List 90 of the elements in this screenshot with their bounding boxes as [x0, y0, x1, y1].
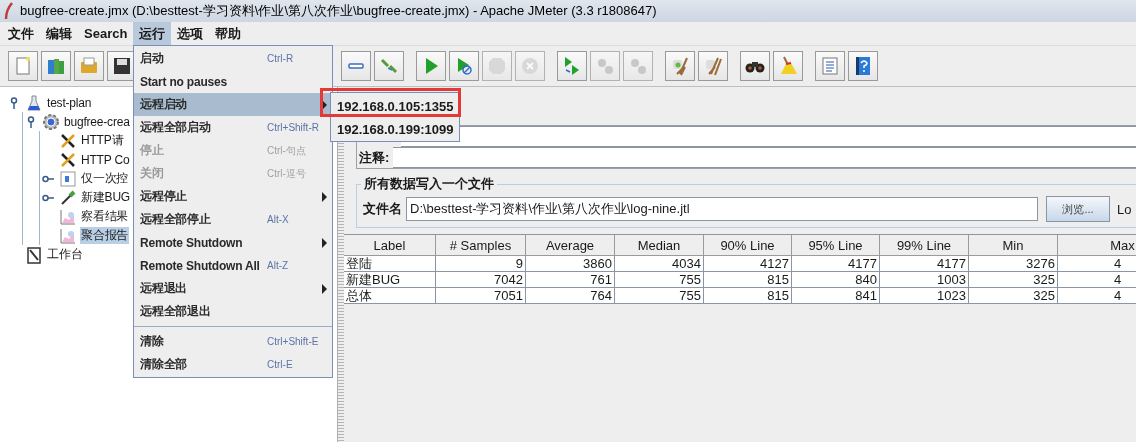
table-cell: 9 [436, 256, 526, 272]
table-cell: 4 [1058, 272, 1136, 288]
gear-icon [42, 112, 60, 131]
filename-field[interactable]: D:\besttest-学习资料\作业\第八次作业\log-nine.jtl [406, 197, 1038, 221]
table-cell: 1023 [880, 288, 969, 304]
menu-title[interactable]: 文件 [2, 22, 40, 45]
controller-icon [59, 169, 77, 188]
tree-handle-icon[interactable] [25, 115, 37, 128]
browse-button[interactable]: 浏览... [1046, 196, 1110, 222]
tree-item[interactable]: 工作台 [46, 246, 84, 263]
table-cell: 841 [792, 288, 880, 304]
menu-item[interactable]: Start no pauses [134, 70, 332, 93]
menu-title[interactable]: 帮助 [209, 22, 248, 45]
menu-item[interactable]: 192.168.0.199:1099 [331, 118, 459, 141]
table-cell: 登陆 [344, 256, 436, 272]
table-cell: 新建BUG [344, 272, 436, 288]
minus-icon [348, 63, 364, 69]
table-cell: 325 [969, 272, 1058, 288]
list-icon [819, 55, 841, 77]
column-header[interactable]: 99% Line [880, 235, 969, 256]
toolbar-button[interactable] [848, 51, 878, 81]
tree-handle-icon[interactable] [8, 96, 20, 109]
toolbar-button[interactable] [740, 51, 770, 81]
table-cell: 4177 [880, 256, 969, 272]
comment-field[interactable] [393, 147, 1136, 168]
table-cell: 4 [1058, 288, 1136, 304]
table-cell: 755 [615, 288, 704, 304]
menu-item[interactable]: 远程全部启动 Ctrl+Shift-R [134, 116, 332, 139]
tree-item[interactable]: bugfree-crea [63, 114, 131, 129]
column-header[interactable]: # Samples [436, 235, 526, 256]
menu-item[interactable]: 远程停止 [134, 185, 332, 208]
table-cell: 3860 [526, 256, 615, 272]
table-cell: 7042 [436, 272, 526, 288]
notepad-icon [25, 245, 43, 264]
tree-item[interactable]: 察看结果 [80, 208, 130, 225]
column-header[interactable]: Median [615, 235, 704, 256]
table-cell: 840 [792, 272, 880, 288]
tree-item[interactable]: 聚合报告 [80, 227, 130, 244]
column-header[interactable]: Max [1058, 235, 1136, 256]
table-cell: 815 [704, 272, 792, 288]
menu-item[interactable]: 远程全部退出 [134, 300, 332, 323]
table-cell: 7051 [436, 288, 526, 304]
column-header[interactable]: 95% Line [792, 235, 880, 256]
menu-item[interactable]: 远程启动 [134, 93, 332, 116]
flask-icon [25, 93, 43, 112]
table-cell: 3276 [969, 256, 1058, 272]
tools-icon [59, 150, 77, 169]
column-header[interactable]: Min [969, 235, 1058, 256]
menu-item[interactable]: 清除全部 Ctrl-E [134, 353, 332, 376]
column-header[interactable]: 90% Line [704, 235, 792, 256]
table-cell: 1003 [880, 272, 969, 288]
comment-label: 注释: [358, 148, 390, 167]
table-cell: 815 [704, 288, 792, 304]
menu-item[interactable]: Remote Shutdown All Alt-Z [134, 254, 332, 277]
table-cell: 4 [1058, 256, 1136, 272]
group-title: 所有数据写入一个文件 [363, 175, 495, 193]
menu-title[interactable]: 选项 [171, 22, 210, 45]
tree-item[interactable]: HTTP Co [80, 152, 131, 167]
log-label: Lo [1117, 201, 1132, 217]
chart-icon [59, 207, 77, 226]
column-header[interactable]: Label [344, 235, 436, 256]
menu-item[interactable]: Remote Shutdown [134, 231, 332, 254]
menu-item[interactable]: 远程全部停止 Alt-X [134, 208, 332, 231]
column-header[interactable]: Average [526, 235, 615, 256]
tree-item[interactable]: test-plan [46, 95, 93, 110]
menu-item[interactable]: 远程退出 [134, 277, 332, 300]
menu-item[interactable]: 清除 Ctrl+Shift-E [134, 330, 332, 353]
table-cell: 4177 [792, 256, 880, 272]
x-circle-icon [519, 55, 541, 77]
pipette-icon [59, 188, 77, 207]
chart-icon [59, 226, 77, 245]
table-cell: 761 [526, 272, 615, 288]
stop-sign-icon [486, 55, 508, 77]
feather-icon [4, 2, 14, 20]
filename-label: 文件名 [362, 200, 402, 218]
table-cell: 4034 [615, 256, 704, 272]
window-title: bugfree-create.jmx (D:\besttest-学习资料\作业\第八次作业\bugfree-create.jmx) - Apache JMeter (3.3 r1808647) [20, 2, 657, 20]
table-cell: 325 [969, 288, 1058, 304]
tree-item[interactable]: 仅一次控 [80, 170, 130, 187]
tree-item[interactable]: 新建BUG [80, 189, 131, 206]
table-cell: 总体 [344, 288, 436, 304]
table-cell: 764 [526, 288, 615, 304]
tree-item[interactable]: HTTP请 [80, 132, 125, 149]
tools-icon [59, 131, 77, 150]
table-cell: 4127 [704, 256, 792, 272]
menu-title[interactable]: Search [78, 22, 134, 45]
menu-title[interactable]: 运行 [133, 22, 172, 45]
table-cell: 755 [615, 272, 704, 288]
menu-title[interactable]: 编辑 [40, 22, 78, 45]
menu-item[interactable]: 启动 Ctrl-R [134, 47, 332, 70]
